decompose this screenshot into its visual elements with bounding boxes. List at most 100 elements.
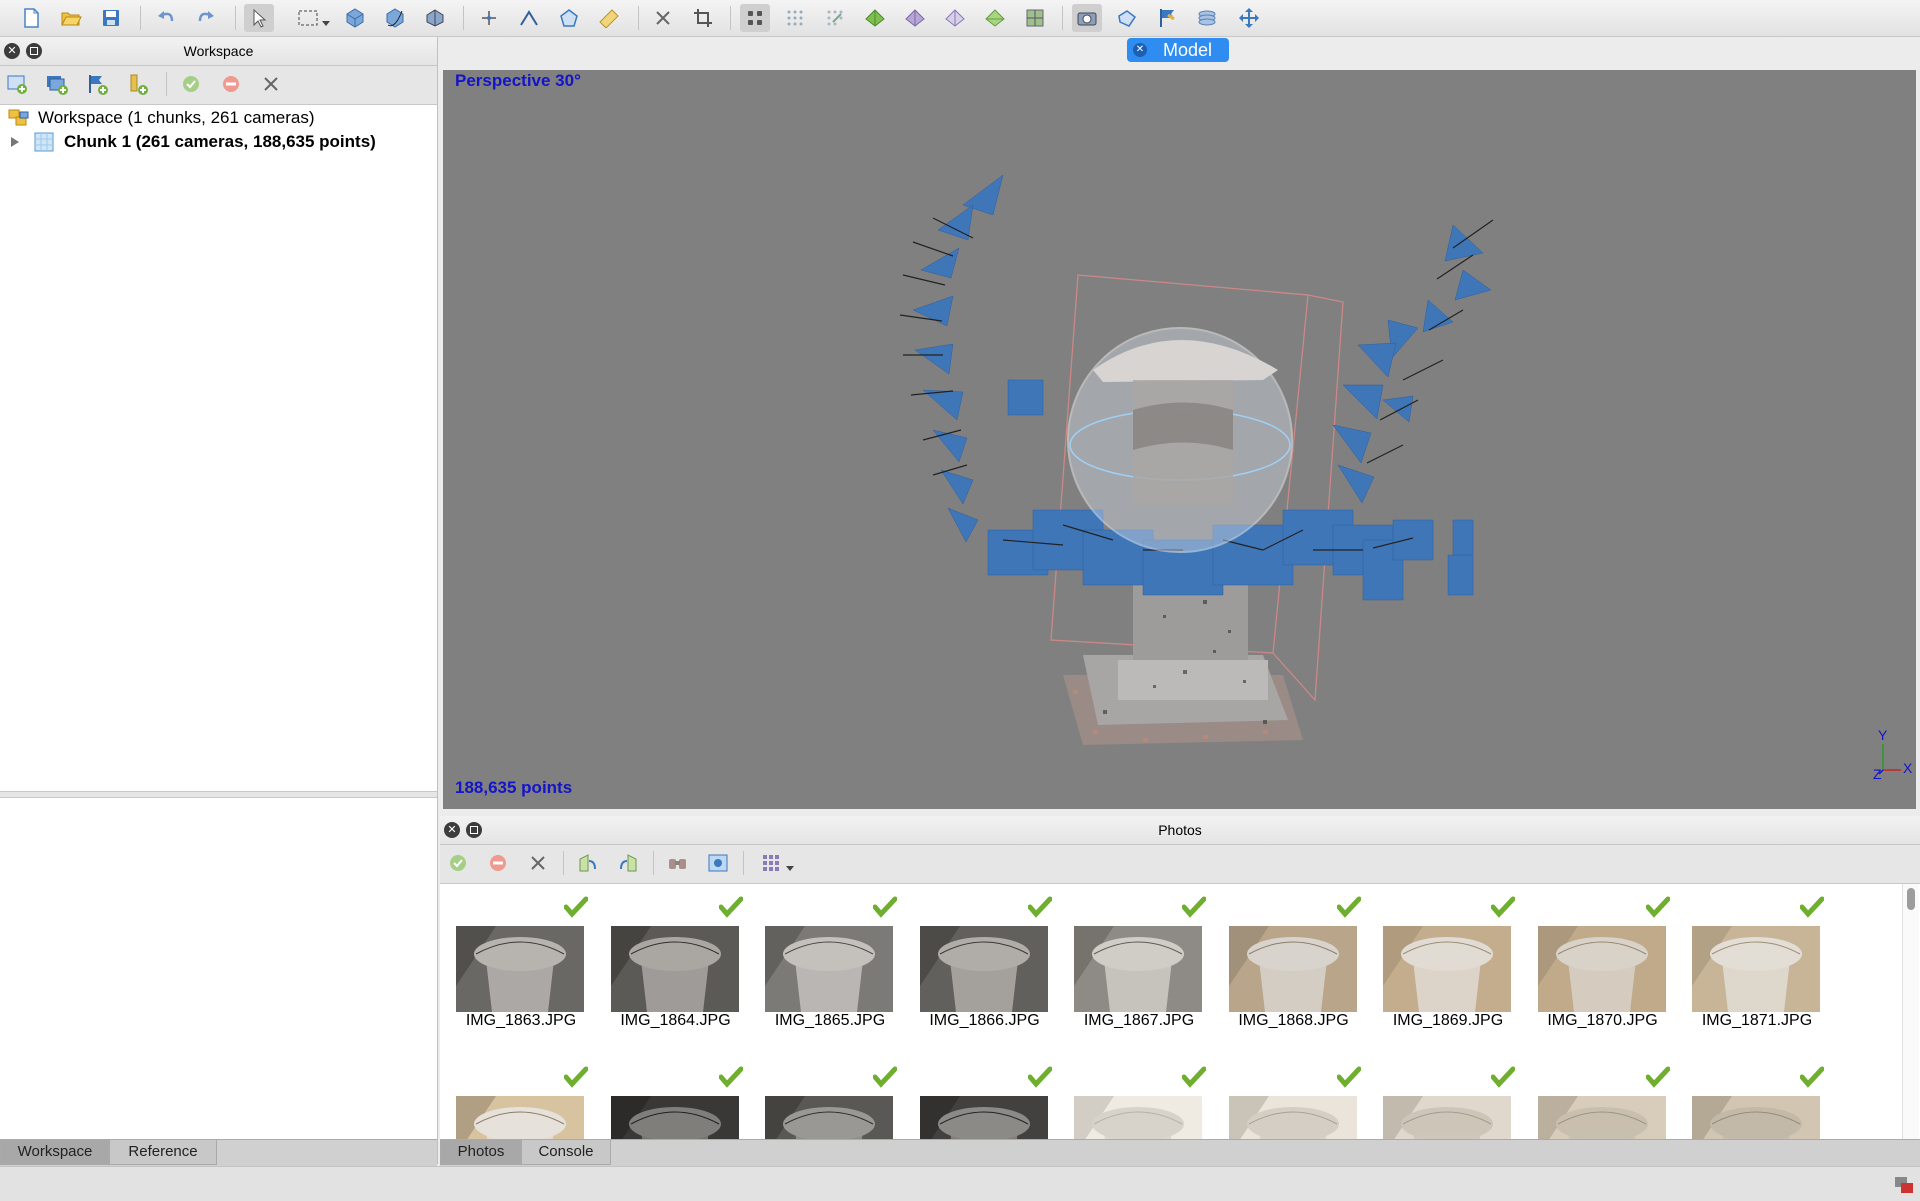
expand-arrow-icon[interactable]: [10, 136, 20, 148]
photo-thumbnail[interactable]: [1228, 926, 1357, 1012]
disable-cameras-icon[interactable]: [483, 849, 513, 877]
close-photos-icon[interactable]: ✕: [444, 822, 460, 838]
photo-item[interactable]: IMG_1866.JPG: [919, 896, 1052, 1036]
photo-thumbnail[interactable]: [919, 926, 1048, 1012]
add-scalebar-icon[interactable]: [122, 70, 152, 98]
rotate-region-icon[interactable]: [380, 4, 410, 32]
photo-item[interactable]: IMG_1863.JPG: [456, 896, 588, 1036]
add-photos-icon[interactable]: [42, 70, 72, 98]
point-cloud-icon[interactable]: [740, 4, 770, 32]
close-tab-icon[interactable]: ✕: [1133, 43, 1147, 57]
draw-polyline-icon[interactable]: [514, 4, 544, 32]
enable-cameras-icon[interactable]: [443, 849, 473, 877]
photo-item[interactable]: [610, 1066, 743, 1139]
photo-thumbnail[interactable]: [1228, 1096, 1357, 1139]
scrollbar-thumb[interactable]: [1907, 888, 1915, 910]
photo-item[interactable]: IMG_1868.JPG: [1228, 896, 1361, 1036]
remove-cameras-icon[interactable]: [523, 849, 553, 877]
dense-cloud-classes-icon[interactable]: [820, 4, 850, 32]
photo-item[interactable]: IMG_1869.JPG: [1383, 896, 1515, 1036]
photo-item[interactable]: IMG_1870.JPG: [1537, 896, 1670, 1036]
photo-filename: IMG_1871.JPG: [1701, 1012, 1813, 1029]
photo-item[interactable]: [1074, 1066, 1206, 1139]
remove-items-icon[interactable]: [256, 70, 286, 98]
add-chunk-icon[interactable]: [2, 70, 32, 98]
photos-grid: IMG_1863.JPG IMG_1864.JPG IMG_1865.JPG IMG_…: [440, 884, 1900, 1139]
tab-workspace[interactable]: Workspace: [0, 1140, 110, 1165]
float-panel-icon[interactable]: [26, 43, 42, 59]
disable-icon[interactable]: [216, 70, 246, 98]
photo-item[interactable]: IMG_1871.JPG: [1692, 896, 1824, 1036]
tab-photos[interactable]: Photos: [440, 1140, 522, 1165]
show-shapes-icon[interactable]: [1112, 4, 1142, 32]
network-status-icon: [1895, 1177, 1913, 1193]
photo-thumbnail[interactable]: [456, 926, 584, 1012]
show-region-icon[interactable]: [1192, 4, 1222, 32]
model-solid-icon[interactable]: [860, 4, 890, 32]
photo-thumbnail[interactable]: [1383, 926, 1511, 1012]
panel-splitter[interactable]: [0, 791, 437, 798]
photo-thumbnail[interactable]: [456, 1096, 584, 1139]
photo-item[interactable]: IMG_1864.JPG: [610, 896, 743, 1036]
photo-item[interactable]: [1692, 1066, 1824, 1139]
model-textured-icon[interactable]: [980, 4, 1010, 32]
photo-thumbnail[interactable]: [765, 926, 893, 1012]
open-icon[interactable]: [56, 4, 86, 32]
model-wireframe-icon[interactable]: [900, 4, 930, 32]
photo-thumbnail[interactable]: [1537, 1096, 1666, 1139]
photo-thumbnail[interactable]: [1692, 1096, 1820, 1139]
save-icon[interactable]: [96, 4, 126, 32]
view-mode-dropdown[interactable]: [758, 849, 798, 877]
enable-icon[interactable]: [176, 70, 206, 98]
navigation-icon[interactable]: [244, 4, 274, 32]
photo-item[interactable]: [1383, 1066, 1515, 1139]
photo-thumbnail[interactable]: [1537, 926, 1666, 1012]
photo-thumbnail[interactable]: [610, 1096, 739, 1139]
photo-item[interactable]: [1537, 1066, 1670, 1139]
rotate-object-icon[interactable]: [420, 4, 450, 32]
aligned-check-icon: [1800, 1066, 1824, 1088]
photo-thumbnail[interactable]: [765, 1096, 893, 1139]
photo-thumbnail[interactable]: [1692, 926, 1820, 1012]
reset-view-icon[interactable]: [1234, 4, 1264, 32]
show-cameras-icon[interactable]: [1072, 4, 1102, 32]
photo-thumbnail[interactable]: [1074, 1096, 1202, 1139]
photo-item[interactable]: [765, 1066, 897, 1139]
tab-model[interactable]: ✕ Model: [1127, 38, 1229, 62]
rectangle-selection-icon[interactable]: [294, 4, 334, 32]
photos-scrollbar[interactable]: [1902, 884, 1919, 1139]
reset-filter-icon[interactable]: [703, 849, 733, 877]
redo-icon[interactable]: [191, 4, 221, 32]
tiled-model-icon[interactable]: [1020, 4, 1050, 32]
photo-thumbnail[interactable]: [919, 1096, 1048, 1139]
photo-thumbnail[interactable]: [1074, 926, 1202, 1012]
add-marker-icon[interactable]: [82, 70, 112, 98]
float-photos-icon[interactable]: [466, 822, 482, 838]
photo-thumbnail[interactable]: [1383, 1096, 1511, 1139]
ruler-icon[interactable]: [594, 4, 624, 32]
new-icon[interactable]: [16, 4, 46, 32]
crop-icon[interactable]: [688, 4, 718, 32]
draw-polygon-icon[interactable]: [554, 4, 584, 32]
draw-point-icon[interactable]: [474, 4, 504, 32]
undo-icon[interactable]: [151, 4, 181, 32]
model-shaded-icon[interactable]: [940, 4, 970, 32]
photo-item[interactable]: [919, 1066, 1052, 1139]
photo-item[interactable]: IMG_1865.JPG: [765, 896, 897, 1036]
filter-photos-icon[interactable]: [663, 849, 693, 877]
rotate-left-icon[interactable]: [613, 849, 643, 877]
photo-thumbnail[interactable]: [610, 926, 739, 1012]
tab-reference[interactable]: Reference: [109, 1140, 217, 1165]
tab-console[interactable]: Console: [521, 1140, 611, 1165]
rotate-right-icon[interactable]: [573, 849, 603, 877]
delete-icon[interactable]: [648, 4, 678, 32]
close-panel-icon[interactable]: ✕: [4, 43, 20, 59]
model-viewport[interactable]: Perspective 30° 188,635 points Y Z X: [443, 70, 1916, 809]
show-markers-icon[interactable]: [1152, 4, 1182, 32]
photo-item[interactable]: [456, 1066, 588, 1139]
aligned-check-icon: [1027, 896, 1052, 918]
photo-item[interactable]: IMG_1867.JPG: [1074, 896, 1206, 1036]
dense-cloud-icon[interactable]: [780, 4, 810, 32]
resize-region-icon[interactable]: [340, 4, 370, 32]
photo-item[interactable]: [1228, 1066, 1361, 1139]
